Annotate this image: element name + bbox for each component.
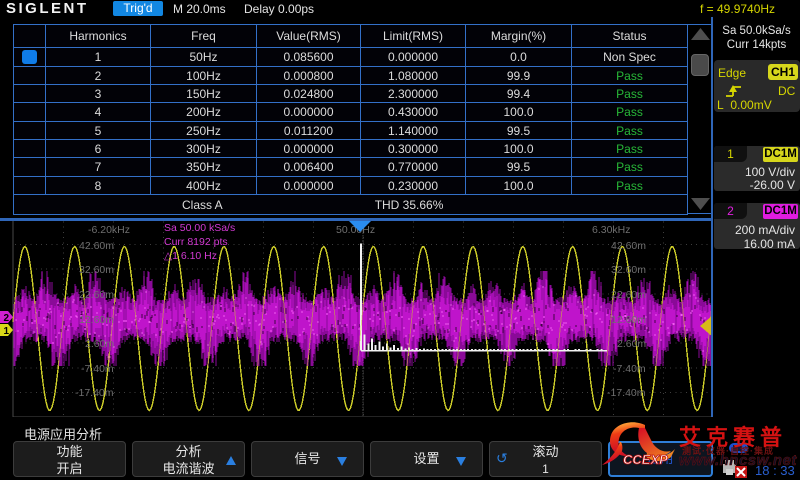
svg-text:1: 1 xyxy=(4,326,10,337)
svg-text:2: 2 xyxy=(4,313,10,324)
